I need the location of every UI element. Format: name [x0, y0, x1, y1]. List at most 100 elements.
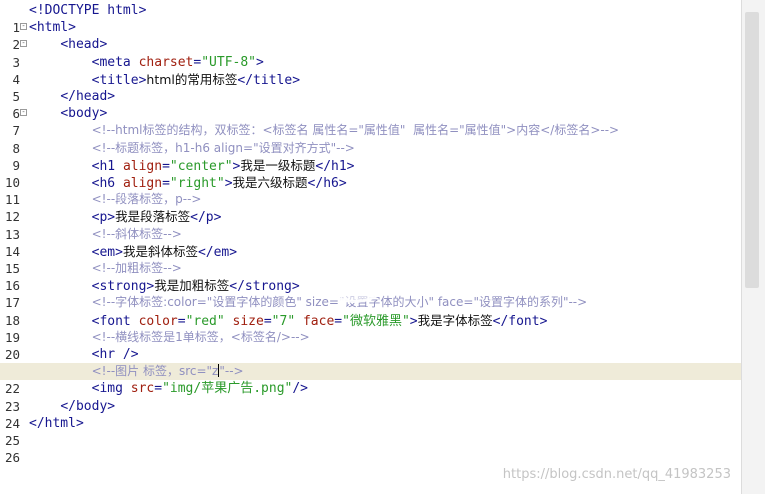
code-token: <!DOCTYPE html> [29, 3, 147, 18]
code-token: <font [91, 313, 139, 329]
code-line: 4 <meta charset="UTF-8"> [0, 54, 741, 87]
code-line: 7 - <body> [0, 105, 741, 138]
text-content: html的常用标签 [146, 71, 238, 87]
code-token: = [334, 313, 343, 329]
code-token: = [177, 313, 186, 329]
attribute-name: face [302, 313, 335, 329]
watermark: https://blog.csdn.net/qq_41983253 [502, 467, 731, 482]
code-line: 25 </html> [0, 415, 741, 448]
attribute-name: charset [138, 54, 194, 70]
attribute-name: align [122, 176, 163, 191]
attribute-value: "center" [169, 158, 233, 174]
attribute-name: align [122, 158, 163, 174]
code-token: </font> [492, 313, 548, 329]
code-token: <h6 [91, 176, 123, 191]
code-token: <title> [91, 72, 147, 88]
code-comment: <!--标题标签，h1-h6 align="设置对齐方式"--> [91, 140, 355, 155]
code-token: </body> [60, 398, 116, 414]
code-editor[interactable]: 1 <!DOCTYPE html> 2 - <html> 3 - <head> … [0, 0, 741, 494]
line-number: 26 [4, 450, 20, 466]
attribute-value: "img/苹果广告.png" [162, 381, 293, 397]
code-token: > [409, 313, 418, 329]
code-line: 11 <h6 align="right">我是六级标题</h6> [0, 174, 741, 207]
attribute-value: "right" [169, 176, 225, 191]
code-token: <strong> [91, 279, 155, 295]
text-content: 我是段落标签 [115, 209, 191, 225]
play-icon[interactable] [309, 211, 401, 303]
code-comment: <!--html标签的结构，双标签：<标签名 属性名="属性值" 属性名="属性… [91, 123, 620, 138]
attribute-value: "微软雅黑" [342, 313, 410, 329]
code-comment: <!--段落标签，p--> [91, 192, 202, 207]
attribute-name: color [138, 313, 178, 329]
code-token: </strong> [229, 279, 300, 295]
code-line: 26 [0, 432, 741, 465]
code-line: 8 <!--html标签的结构，双标签：<标签名 属性名="属性值" 属性名="… [0, 122, 741, 155]
code-token: </p> [190, 210, 222, 226]
code-line: 20 <!--横线标签是1单标签，<标签名/>--> [0, 329, 741, 362]
active-code-line[interactable]: 22 <!--图片 标签，src="z"--> [0, 363, 741, 396]
code-token: <p> [91, 210, 116, 226]
attribute-name: size [232, 313, 264, 329]
text-content: 我是斜体标签 [122, 243, 198, 259]
scrollbar-thumb[interactable] [745, 12, 759, 288]
code-token: </h1> [315, 158, 355, 174]
code-token: = [162, 158, 170, 174]
code-line: 3 - <head> [0, 36, 741, 69]
code-token: > [256, 54, 264, 70]
code-line: 12 <!--段落标签，p--> [0, 191, 741, 224]
attribute-value: "UTF-8" [201, 54, 257, 70]
fold-toggle-icon[interactable]: - [20, 109, 27, 117]
code-line: 6 </head> [0, 88, 741, 121]
attribute-value: "red" [185, 313, 225, 329]
text-content: 我是六级标题 [232, 175, 308, 190]
code-token: </head> [60, 89, 116, 104]
vertical-scrollbar[interactable] [741, 0, 765, 494]
code-token: > [224, 176, 233, 191]
code-line: 9 <!--标题标签，h1-h6 align="设置对齐方式"--> [0, 140, 741, 173]
fold-toggle-icon[interactable]: - [20, 23, 27, 31]
text-content: 我是字体标签 [417, 312, 493, 328]
code-token: </em> [197, 244, 238, 260]
code-token: <img [91, 381, 131, 397]
code-token: = [154, 381, 163, 397]
code-token: <html> [29, 20, 76, 36]
code-token: </h6> [307, 176, 347, 191]
code-token: </title> [237, 72, 301, 88]
fold-toggle-icon[interactable]: - [20, 40, 27, 48]
code-token: <head> [60, 37, 108, 53]
code-comment: <!--加粗标签--> [91, 261, 182, 275]
code-line: 21 <hr /> [0, 346, 741, 379]
code-line: 23 <img src="img/苹果广告.png"/> [0, 380, 741, 413]
code-token: /> [292, 381, 309, 397]
code-comment: <!--横线标签是1单标签，<标签名/>--> [91, 329, 310, 344]
code-line: 19 <font color="red" size="7" face="微软雅黑… [0, 312, 741, 345]
code-line: 10 <h1 align="center">我是一级标题</h1> [0, 157, 741, 190]
code-line: 24 </body> [0, 398, 741, 431]
code-comment: "--> [219, 364, 244, 379]
code-comment: <!--图片 标签，src="z [91, 364, 219, 379]
attribute-name: src [130, 381, 155, 397]
code-token: <body> [60, 106, 108, 122]
